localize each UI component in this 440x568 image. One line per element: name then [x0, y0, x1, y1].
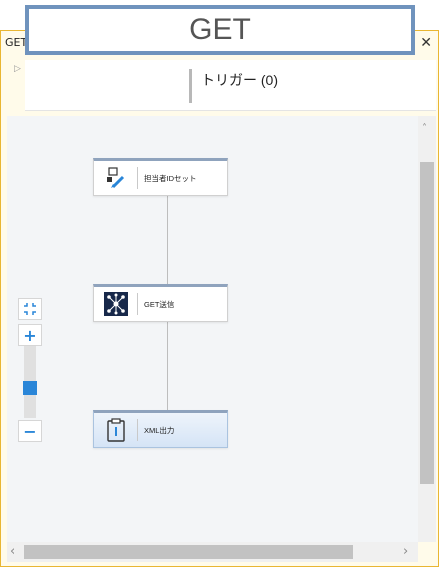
workflow-canvas[interactable]: 担当者IDセット GET送信 XML出力 — [7, 116, 418, 542]
node-label: GET送信 — [144, 299, 175, 309]
connector-line — [167, 322, 168, 410]
horizontal-scrollbar[interactable]: ‹ › — [7, 542, 418, 562]
node-label: XML出力 — [144, 425, 175, 435]
scroll-right-icon[interactable]: › — [403, 544, 408, 559]
fit-to-screen-icon — [24, 303, 36, 315]
zoom-in-button[interactable]: + — [18, 324, 42, 346]
node-separator — [137, 293, 138, 315]
node-separator — [137, 167, 138, 189]
window-tab-title[interactable]: GET — [5, 36, 27, 49]
zoom-slider[interactable] — [23, 346, 37, 418]
trigger-label[interactable]: トリガー (0) — [201, 70, 278, 90]
zoom-slider-thumb[interactable] — [23, 381, 37, 395]
close-button[interactable]: ✕ — [420, 35, 432, 51]
workflow-node-get-send[interactable]: GET送信 — [93, 284, 228, 322]
scroll-left-icon[interactable]: ‹ — [10, 544, 15, 559]
expand-arrow-icon[interactable]: ▷ — [14, 64, 21, 74]
fit-to-screen-button[interactable] — [18, 298, 42, 320]
workflow-node-xml-output[interactable]: XML出力 — [93, 410, 228, 448]
vertical-scrollbar[interactable]: ˄ — [418, 116, 436, 542]
network-send-icon — [101, 289, 131, 319]
node-label: 担当者IDセット — [144, 173, 197, 183]
connector-line — [167, 196, 168, 284]
horizontal-scroll-thumb[interactable] — [24, 545, 353, 559]
zoom-out-button[interactable]: − — [18, 420, 42, 442]
vertical-scroll-thumb[interactable] — [420, 162, 434, 484]
scroll-up-icon[interactable]: ˄ — [422, 123, 427, 134]
page-title: GET — [25, 5, 415, 55]
trigger-panel: トリガー (0) — [25, 60, 436, 111]
workflow-node-set-id[interactable]: 担当者IDセット — [93, 158, 228, 196]
set-variable-icon — [101, 163, 131, 193]
trigger-divider — [189, 69, 192, 103]
clipboard-output-icon — [101, 415, 131, 445]
node-separator — [137, 419, 138, 441]
